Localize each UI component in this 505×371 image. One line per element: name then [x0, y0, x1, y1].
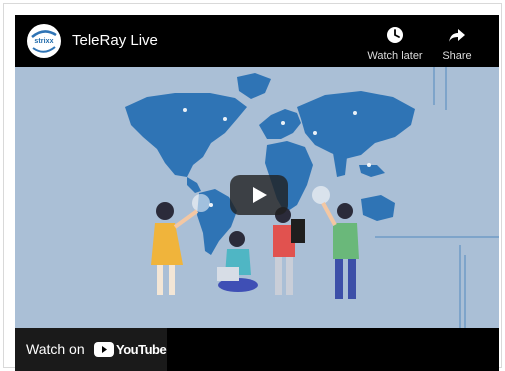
channel-avatar[interactable]: strixx: [27, 24, 61, 58]
watch-on-youtube-button[interactable]: Watch on YouTube: [15, 328, 167, 371]
watch-later-button[interactable]: Watch later: [360, 25, 430, 62]
channel-logo-text: strixx: [34, 38, 54, 45]
youtube-embed-player[interactable]: strixx TeleRay Live Watch later Share Wa…: [15, 15, 499, 371]
play-icon: [253, 187, 267, 203]
player-top-bar: strixx TeleRay Live Watch later Share: [15, 15, 499, 67]
share-arrow-icon: [449, 29, 465, 42]
youtube-play-logo-icon: [94, 342, 114, 357]
video-title[interactable]: TeleRay Live: [72, 32, 158, 49]
play-button[interactable]: [230, 175, 288, 215]
clock-icon: [387, 27, 403, 43]
youtube-logo: YouTube: [94, 342, 167, 358]
youtube-wordmark: YouTube: [116, 342, 167, 357]
watch-on-label: Watch on: [26, 341, 85, 357]
share-label: Share: [442, 50, 472, 62]
watch-later-label: Watch later: [367, 50, 423, 62]
share-button[interactable]: Share: [435, 25, 479, 62]
